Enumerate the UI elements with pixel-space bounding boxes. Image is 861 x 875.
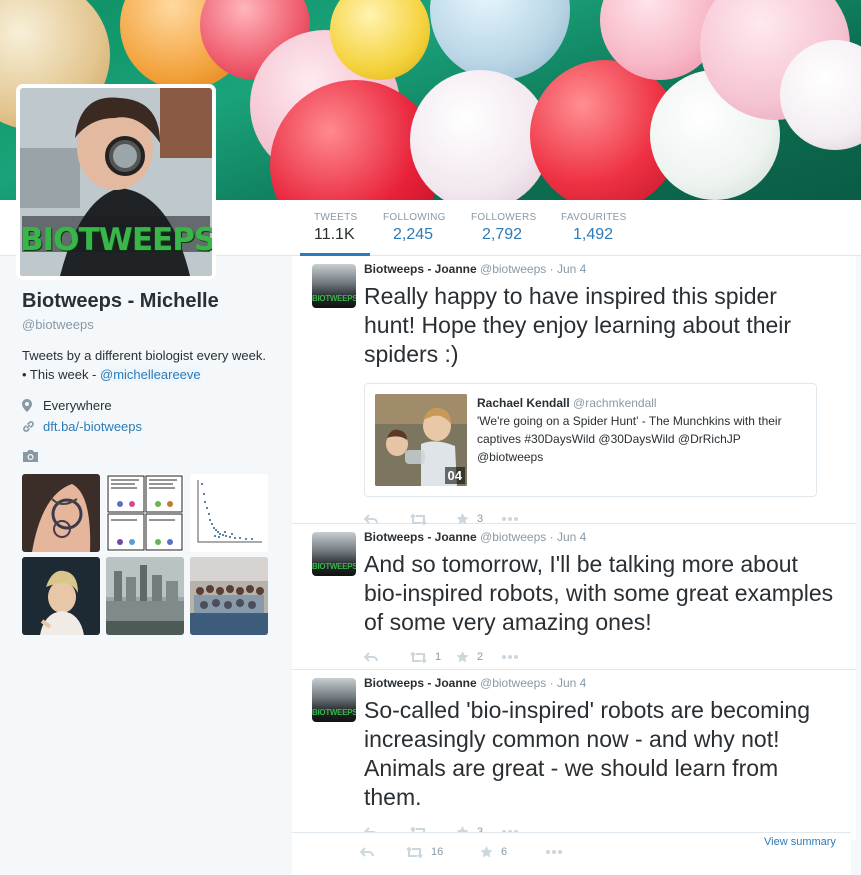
- quoted-author-handle[interactable]: @rachmkendall: [573, 396, 657, 410]
- star-icon: [456, 651, 469, 663]
- tweet-separator: ·: [549, 530, 554, 544]
- more-button[interactable]: [546, 842, 592, 862]
- reply-icon: [360, 847, 374, 857]
- profile-url: dft.ba/-biotweeps: [22, 419, 272, 434]
- quoted-image-overlay-text: 04: [444, 467, 465, 484]
- favorite-count: 6: [501, 846, 508, 858]
- tweet-feed: BIOTWEEPS Biotweeps - Joanne @biotweeps …: [292, 256, 856, 840]
- photo-thumb[interactable]: [22, 557, 100, 635]
- tweet-author-name[interactable]: Biotweeps - Joanne: [364, 676, 477, 690]
- profile-handle[interactable]: @biotweeps: [22, 317, 272, 332]
- retweet-icon: [410, 513, 427, 525]
- tweet-date[interactable]: Jun 4: [557, 676, 586, 690]
- tweet-avatar[interactable]: BIOTWEEPS: [312, 264, 356, 308]
- more-icon: [502, 655, 518, 659]
- retweet-icon: [410, 651, 427, 663]
- reply-button[interactable]: [360, 842, 406, 862]
- tweet-author-handle[interactable]: @biotweeps: [480, 530, 546, 544]
- tweet-avatar[interactable]: BIOTWEEPS: [312, 532, 356, 576]
- tweet-avatar[interactable]: BIOTWEEPS: [312, 678, 356, 722]
- tweet-actions: 1 2: [364, 647, 856, 667]
- favorite-button[interactable]: 2: [456, 647, 502, 667]
- profile-card: Biotweeps - Michelle @biotweeps Tweets b…: [22, 290, 272, 434]
- profile-location: Everywhere: [22, 398, 272, 413]
- tab-followers-label: FOLLOWERS: [471, 212, 537, 223]
- favorite-button[interactable]: 6: [480, 842, 546, 862]
- quoted-author-name[interactable]: Rachael Kendall: [477, 396, 570, 410]
- tweet-date[interactable]: Jun 4: [557, 262, 586, 276]
- tweet-avatar-text: BIOTWEEPS: [312, 708, 356, 717]
- profile-url-link[interactable]: dft.ba/-biotweeps: [43, 419, 142, 434]
- tweet-header: Biotweeps - Joanne @biotweeps · Jun 4: [364, 262, 856, 278]
- tweet-text: Really happy to have inspired this spide…: [364, 283, 792, 367]
- tab-followers-count: 2,792: [482, 226, 523, 243]
- camera-icon[interactable]: [22, 449, 39, 463]
- retweet-icon: [406, 846, 423, 858]
- tweet-header: Biotweeps - Joanne @biotweeps · Jun 4: [364, 676, 856, 692]
- favorite-count: 2: [477, 651, 484, 663]
- tweet-author-handle[interactable]: @biotweeps: [480, 676, 546, 690]
- photo-thumb[interactable]: [106, 557, 184, 635]
- tweet-author-handle[interactable]: @biotweeps: [480, 262, 546, 276]
- bio-mention-link[interactable]: @michelleareeve: [100, 367, 201, 382]
- tab-followers[interactable]: FOLLOWERS 2,792: [471, 212, 537, 244]
- photo-thumb[interactable]: [22, 474, 100, 552]
- tweet[interactable]: BIOTWEEPS Biotweeps - Joanne @biotweeps …: [292, 524, 856, 670]
- retweet-button[interactable]: 1: [410, 647, 456, 667]
- location-icon: [22, 399, 38, 412]
- tweet-avatar-text: BIOTWEEPS: [312, 294, 356, 303]
- tab-following[interactable]: FOLLOWING 2,245: [383, 212, 446, 244]
- tweet-header: Biotweeps - Joanne @biotweeps · Jun 4: [364, 530, 856, 546]
- profile-avatar[interactable]: BIOTWEEPS: [16, 84, 216, 280]
- tab-following-label: FOLLOWING: [383, 212, 446, 223]
- avatar-logo-text: BIOTWEEPS: [20, 222, 216, 258]
- tweet-date[interactable]: Jun 4: [557, 530, 586, 544]
- tweet-actions: 16 6: [360, 842, 592, 862]
- retweet-button[interactable]: 16: [406, 842, 480, 862]
- location-text: Everywhere: [43, 398, 112, 413]
- tweet-text: And so tomorrow, I'll be talking more ab…: [364, 551, 834, 635]
- photo-thumb[interactable]: [190, 474, 268, 552]
- tab-following-count: 2,245: [393, 226, 434, 243]
- tab-favourites-label: FAVOURITES: [561, 212, 627, 223]
- quoted-tweet[interactable]: 04 Rachael Kendall @rachmkendall 'We're …: [364, 383, 817, 497]
- photo-grid: [22, 474, 268, 635]
- more-button[interactable]: [502, 647, 548, 667]
- tweet-text: So-called 'bio-inspired' robots are beco…: [364, 697, 811, 810]
- link-icon: [22, 420, 38, 433]
- tweet[interactable]: BIOTWEEPS Biotweeps - Joanne @biotweeps …: [292, 256, 856, 525]
- tab-favourites-count: 1,492: [573, 226, 614, 243]
- more-icon: [502, 517, 518, 521]
- photo-thumb[interactable]: [190, 557, 268, 635]
- reply-button[interactable]: [364, 647, 410, 667]
- tab-tweets-count: 11.1K: [314, 226, 355, 243]
- view-summary-link[interactable]: View summary: [764, 836, 836, 848]
- profile-bio: Tweets by a different biologist every we…: [22, 346, 272, 384]
- quoted-tweet-text: 'We're going on a Spider Hunt' - The Mun…: [477, 414, 782, 464]
- tab-tweets[interactable]: TWEETS 11.1K: [300, 212, 370, 256]
- tweet-separator: ·: [549, 676, 554, 690]
- retweet-count: 1: [435, 651, 442, 663]
- tweet-author-name[interactable]: Biotweeps - Joanne: [364, 530, 477, 544]
- tweet-avatar-text: BIOTWEEPS: [312, 562, 356, 571]
- retweet-count: 16: [431, 846, 444, 858]
- reply-icon: [364, 652, 378, 662]
- tab-tweets-label: TWEETS: [314, 212, 358, 223]
- star-icon: [480, 846, 493, 858]
- tweet[interactable]: BIOTWEEPS Biotweeps - Joanne @biotweeps …: [292, 670, 856, 840]
- quoted-tweet-image[interactable]: 04: [375, 394, 467, 486]
- tweet-author-name[interactable]: Biotweeps - Joanne: [364, 262, 477, 276]
- photo-thumb[interactable]: [106, 474, 184, 552]
- quoted-tweet-body: Rachael Kendall @rachmkendall 'We're goi…: [477, 394, 807, 466]
- tweet-separator: ·: [549, 262, 554, 276]
- more-icon: [546, 850, 562, 854]
- profile-name[interactable]: Biotweeps - Michelle: [22, 290, 272, 313]
- reply-icon: [364, 514, 378, 524]
- tab-favourites[interactable]: FAVOURITES 1,492: [561, 212, 627, 244]
